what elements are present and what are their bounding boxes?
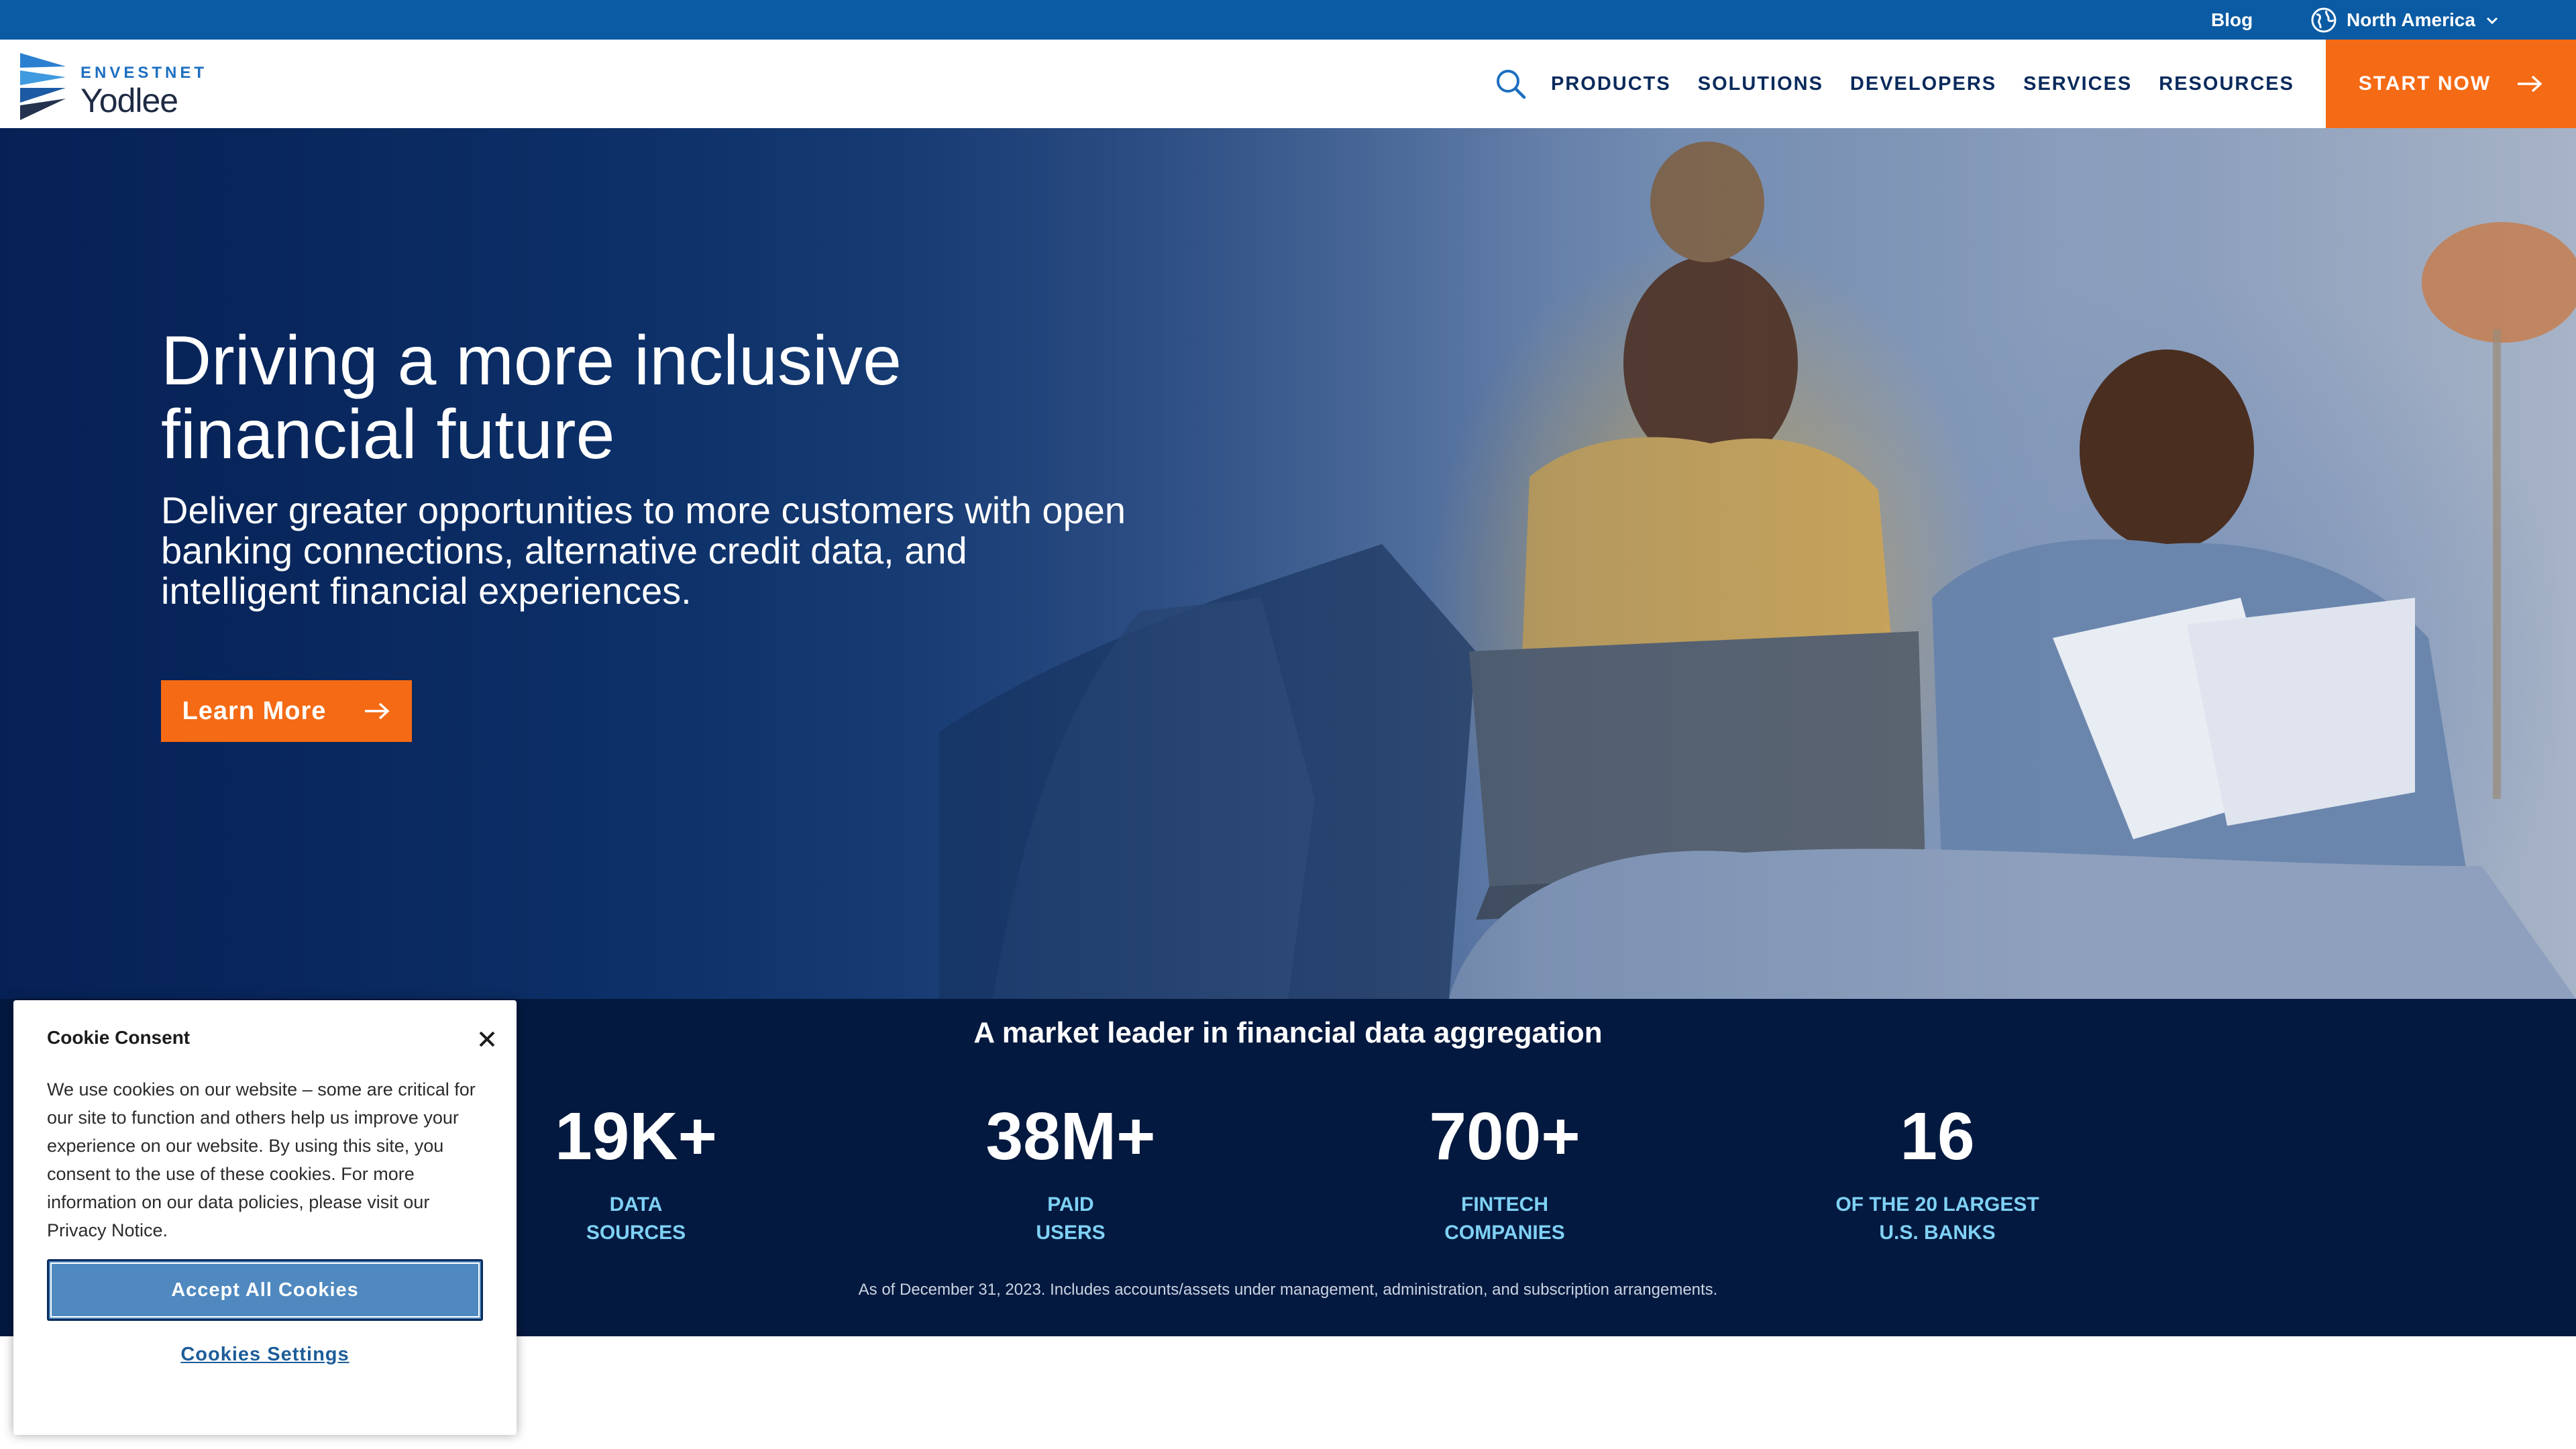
- start-now-button[interactable]: START NOW: [2326, 40, 2576, 128]
- stat-value: 38M+: [985, 1099, 1156, 1174]
- hero-title: Driving a more inclusive financial futur…: [161, 322, 902, 474]
- region-selector[interactable]: North America: [2310, 7, 2500, 34]
- stat-label: PAID USERS: [1036, 1193, 1106, 1244]
- nav-solutions[interactable]: SOLUTIONS: [1698, 73, 1823, 95]
- start-now-label: START NOW: [2358, 72, 2491, 95]
- globe-icon: [2310, 7, 2337, 34]
- stat-label: OF THE 20 LARGEST U.S. BANKS: [1835, 1193, 2039, 1244]
- learn-more-button[interactable]: Learn More: [161, 680, 412, 742]
- stat-data-sources: 19K+ DATA SOURCES: [468, 1099, 804, 1247]
- arrow-right-icon: [365, 702, 390, 720]
- main-header: ENVESTNET Yodlee PRODUCTS SOLUTIONS DEVE…: [0, 40, 2576, 128]
- search-icon: [1497, 70, 1526, 99]
- hero-subtitle: Deliver greater opportunities to more cu…: [161, 489, 1126, 612]
- stat-value: 19K+: [555, 1099, 717, 1174]
- nav-products[interactable]: PRODUCTS: [1551, 73, 1671, 95]
- envestnet-yodlee-logo[interactable]: ENVESTNET Yodlee: [19, 46, 207, 124]
- chevron-down-icon: [2485, 13, 2500, 28]
- blog-link[interactable]: Blog: [2211, 9, 2253, 31]
- stat-label: FINTECH COMPANIES: [1444, 1193, 1565, 1244]
- cookie-consent-panel: Cookie Consent We use cookies on our web…: [13, 1000, 517, 1435]
- nav-services[interactable]: SERVICES: [2023, 73, 2132, 95]
- logo-text-yodlee: Yodlee: [80, 82, 178, 119]
- stat-label: DATA SOURCES: [586, 1193, 686, 1244]
- hero-section: Driving a more inclusive financial futur…: [0, 128, 2576, 999]
- main-nav: PRODUCTS SOLUTIONS DEVELOPERS SERVICES R…: [1551, 40, 2294, 128]
- search-button[interactable]: [1493, 66, 1528, 101]
- cookies-settings-link[interactable]: Cookies Settings: [47, 1344, 483, 1366]
- cookie-title: Cookie Consent: [47, 1027, 191, 1048]
- nav-resources[interactable]: RESOURCES: [2159, 73, 2294, 95]
- learn-more-label: Learn More: [182, 696, 327, 725]
- stat-fintech-companies: 700+ FINTECH COMPANIES: [1337, 1099, 1672, 1247]
- cookie-body: We use cookies on our website – some are…: [47, 1079, 476, 1240]
- stat-largest-banks: 16 OF THE 20 LARGEST U.S. BANKS: [1770, 1099, 2105, 1247]
- stat-value: 700+: [1429, 1099, 1580, 1174]
- nav-developers[interactable]: DEVELOPERS: [1850, 73, 1996, 95]
- close-button[interactable]: [471, 1023, 503, 1055]
- utility-bar: Blog North America: [0, 0, 2576, 40]
- region-label: North America: [2347, 9, 2475, 30]
- stat-value: 16: [1900, 1099, 1975, 1174]
- stat-paid-users: 38M+ PAID USERS: [903, 1099, 1238, 1247]
- accept-all-cookies-button[interactable]: Accept All Cookies: [47, 1259, 483, 1321]
- arrow-right-icon: [2518, 75, 2542, 93]
- logo-text-envestnet: ENVESTNET: [80, 64, 208, 82]
- close-icon: [479, 1031, 495, 1047]
- logo-mark-icon: [20, 53, 66, 120]
